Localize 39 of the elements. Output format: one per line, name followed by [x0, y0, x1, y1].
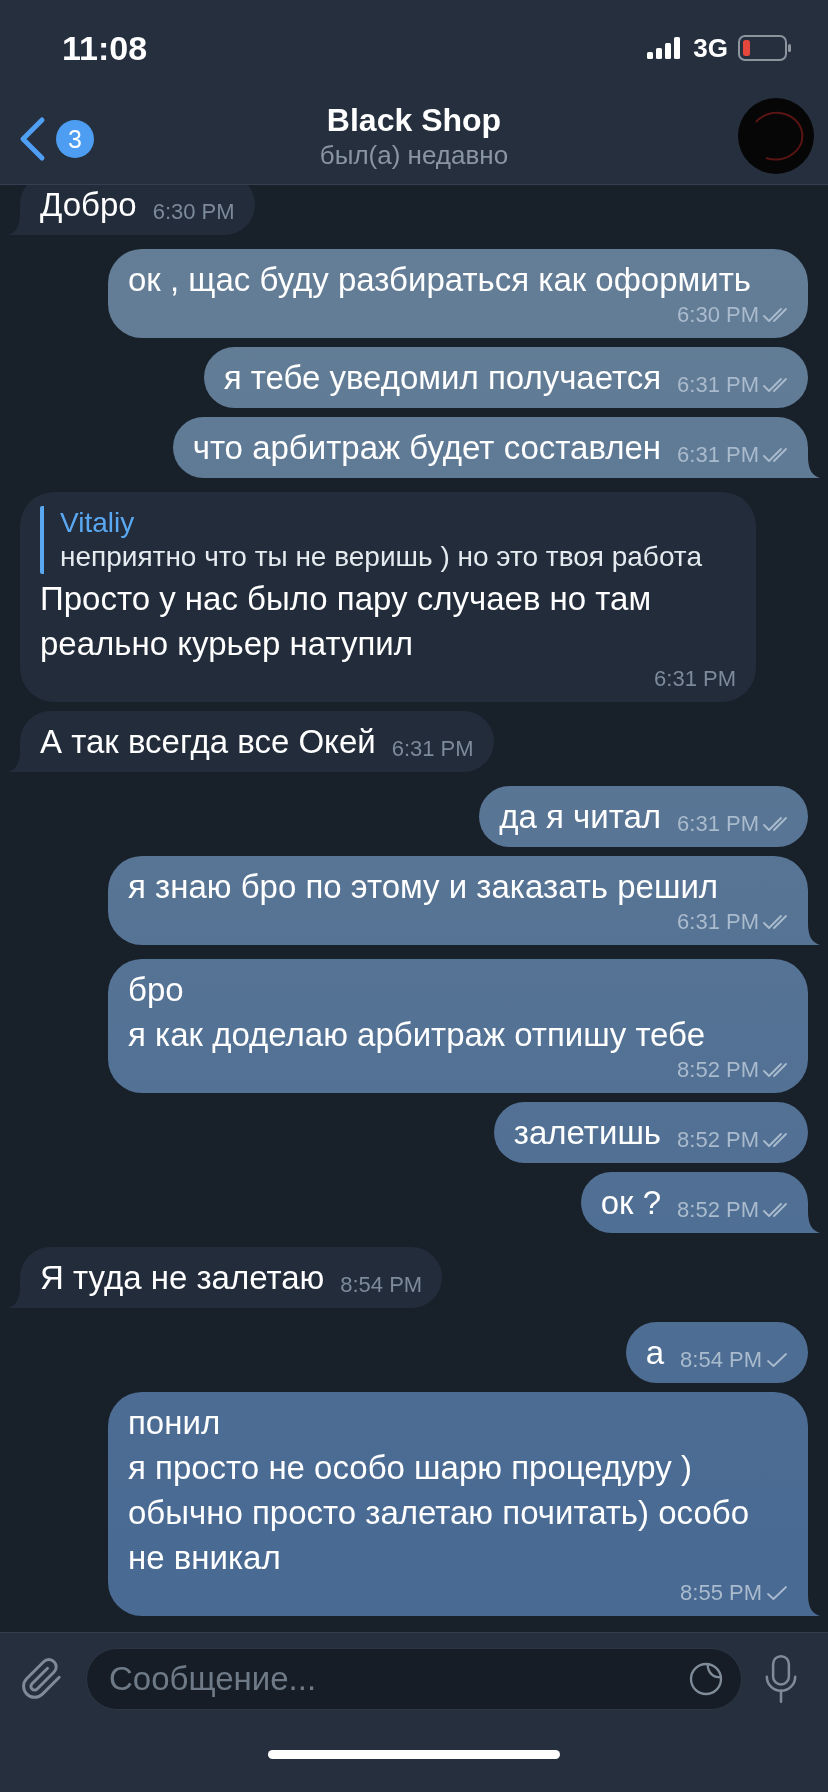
reply-quote[interactable]: Vitaliy неприятно что ты не веришь ) но это твоя работа	[40, 506, 736, 574]
message-text: я знаю бро по этому и заказать решил	[128, 867, 719, 907]
back-chevron-icon	[18, 116, 46, 162]
message-text: ок ?	[600, 1183, 662, 1223]
message-text: бро я как доделаю арбитраж отпишу тебе	[128, 970, 705, 1055]
message-text: я тебе уведомил получается	[223, 358, 662, 398]
message-time: 8:54 PM	[680, 1347, 762, 1373]
message-time: 8:54 PM	[340, 1272, 423, 1298]
message-field[interactable]: Сообщение...	[86, 1648, 742, 1710]
chat-title: Black Shop	[326, 101, 502, 139]
message-time: 6:31 PM	[677, 811, 759, 837]
network-type: 3G	[693, 35, 728, 61]
message-text: залетишь	[513, 1113, 662, 1153]
message-time: 6:30 PM	[677, 302, 759, 328]
message-text: что арбитраж будет составлен	[192, 428, 662, 468]
clock-time: 11:08	[62, 31, 148, 65]
message-time: 6:31 PM	[654, 666, 736, 692]
message-text: А так всегда все Окей	[40, 722, 376, 762]
message-time: 6:31 PM	[677, 909, 759, 935]
message-text: да я читал	[499, 797, 662, 837]
message-time: 8:55 PM	[680, 1580, 762, 1606]
message-time: 6:31 PM	[677, 442, 759, 468]
message-time: 6:31 PM	[391, 736, 474, 762]
message-time: 8:52 PM	[677, 1057, 759, 1083]
last-seen-status: был(а) недавно	[319, 139, 509, 171]
message-text: понил я просто не особо шарю процедуру ) обычно просто залетаю почитать) особо не вникал	[128, 1403, 751, 1578]
message-text: Добро	[40, 185, 137, 225]
message-time: 8:52 PM	[677, 1197, 759, 1223]
message-text: Я туда не залетаю	[40, 1258, 325, 1298]
message-time: 6:30 PM	[152, 199, 235, 225]
message-time: 6:31 PM	[677, 372, 759, 398]
battery-icon	[738, 35, 792, 61]
unread-count-badge: 3	[56, 120, 94, 158]
message-text: Просто у нас было пару случаев но там реально курьер натупил	[40, 579, 653, 664]
reply-author: Vitaliy	[60, 506, 136, 540]
message-text: ок , щас буду разбираться как оформить	[128, 260, 751, 300]
message-time: 8:52 PM	[677, 1127, 759, 1153]
reply-text: неприятно что ты не веришь ) но это твоя работа	[60, 540, 703, 574]
message-text: а	[645, 1333, 665, 1373]
